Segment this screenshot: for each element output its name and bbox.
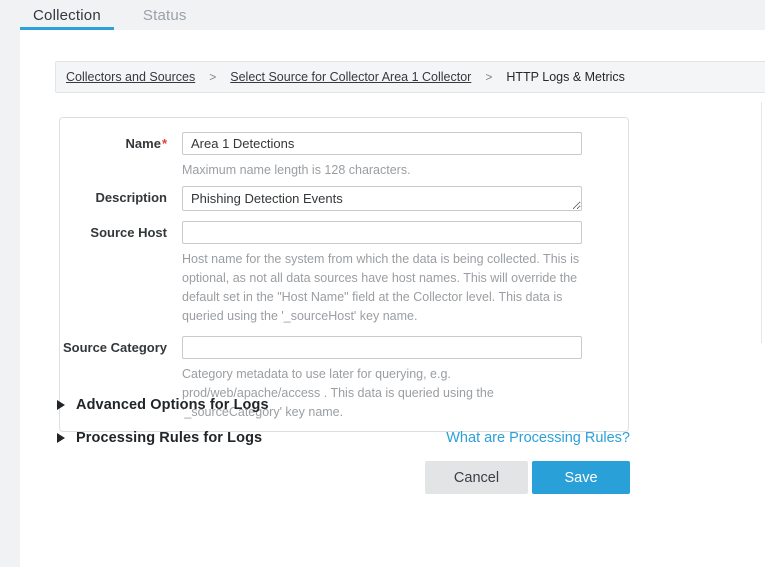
name-label-text: Name [126,136,161,151]
description-textarea[interactable]: Phishing Detection Events [182,186,582,211]
description-label: Description [60,186,167,211]
collapsible-sections: Advanced Options for Logs Processing Rul… [57,395,630,494]
required-asterisk: * [162,136,167,151]
source-config-panel: Name* Maximum name length is 128 charact… [59,117,629,432]
source-category-input[interactable] [182,336,582,359]
processing-rules-title: Processing Rules for Logs [76,430,262,446]
tab-bar: Collection Status [20,0,200,30]
source-host-input[interactable] [182,221,582,244]
left-gutter [0,0,20,567]
expand-arrow-icon [57,433,65,443]
breadcrumb-current-page: HTTP Logs & Metrics [506,70,625,84]
name-help-text: Maximum name length is 128 characters. [182,161,582,180]
breadcrumb-collectors-and-sources[interactable]: Collectors and Sources [66,70,195,84]
save-button[interactable]: Save [532,461,630,494]
advanced-options-toggle[interactable]: Advanced Options for Logs [57,397,269,413]
name-label: Name* [60,132,167,180]
tab-status[interactable]: Status [130,0,200,30]
source-host-label: Source Host [60,221,167,326]
processing-rules-toggle[interactable]: Processing Rules for Logs [57,430,262,446]
breadcrumb-select-source[interactable]: Select Source for Collector Area 1 Colle… [230,70,471,84]
tab-collection[interactable]: Collection [20,0,114,30]
what-are-processing-rules-link[interactable]: What are Processing Rules? [446,430,630,446]
cancel-button[interactable]: Cancel [425,461,528,494]
name-field-cell: Maximum name length is 128 characters. [182,132,582,180]
breadcrumb-separator-icon: > [209,70,216,84]
name-input[interactable] [182,132,582,155]
processing-rules-row: Processing Rules for Logs What are Proce… [57,428,630,448]
advanced-options-title: Advanced Options for Logs [76,397,269,413]
source-host-field-cell: Host name for the system from which the … [182,221,582,326]
expand-arrow-icon [57,400,65,410]
description-field-cell: Phishing Detection Events [182,186,582,211]
advanced-options-row: Advanced Options for Logs [57,395,630,415]
source-host-help-text: Host name for the system from which the … [182,250,582,326]
breadcrumb-separator-icon: > [485,70,492,84]
name-field-row: Name* Maximum name length is 128 charact… [60,132,628,180]
form-actions: Cancel Save [57,461,630,494]
scroll-edge-divider [761,102,762,343]
breadcrumb: Collectors and Sources > Select Source f… [55,61,765,93]
source-host-field-row: Source Host Host name for the system fro… [60,221,628,326]
description-field-row: Description Phishing Detection Events [60,186,628,211]
